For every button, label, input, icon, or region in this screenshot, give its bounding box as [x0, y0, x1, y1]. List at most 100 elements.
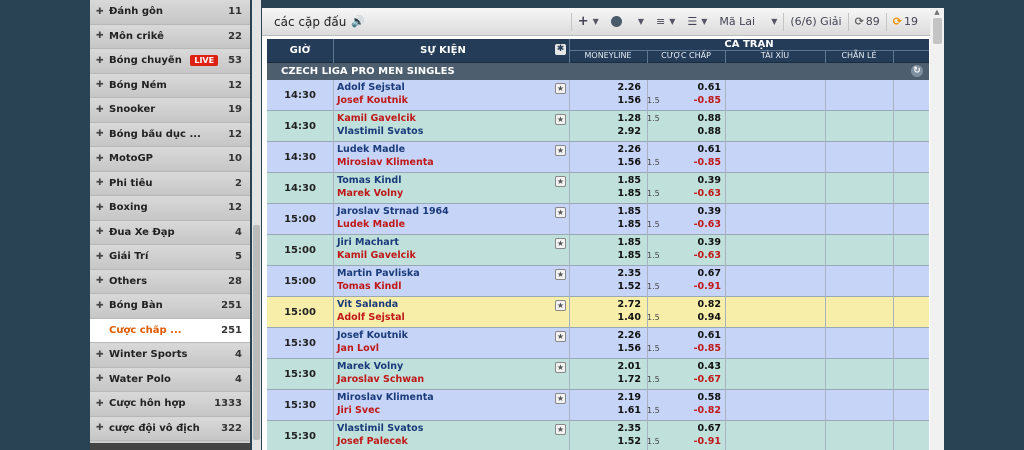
sidebar-sport-item[interactable]: ✚ Others 28: [90, 269, 250, 294]
away-team: Jaroslav Schwan: [337, 374, 425, 385]
star-icon[interactable]: ★: [555, 238, 566, 249]
handicap-home-odds[interactable]: 0.39: [657, 237, 721, 248]
star-icon[interactable]: ✱: [555, 44, 566, 55]
moneyline-home-odds[interactable]: 2.01: [573, 361, 641, 372]
main-scrollbar-track[interactable]: [930, 8, 944, 450]
refresh-icon[interactable]: ↻: [911, 65, 923, 77]
sidebar-sport-item[interactable]: ✚ Water Polo 4: [90, 367, 250, 392]
handicap-away-odds[interactable]: -0.85: [657, 95, 721, 106]
moneyline-away-odds[interactable]: 2.92: [573, 126, 641, 137]
moneyline-away-odds[interactable]: 1.56: [573, 343, 641, 354]
moneyline-home-odds[interactable]: 1.28: [573, 113, 641, 124]
star-icon[interactable]: ★: [555, 83, 566, 94]
handicap-away-odds[interactable]: -0.82: [657, 405, 721, 416]
moneyline-away-odds[interactable]: 1.56: [573, 95, 641, 106]
sidebar-sport-item[interactable]: ✚ Bóng Bàn 251: [90, 294, 250, 319]
handicap-home-odds[interactable]: 0.43: [657, 361, 721, 372]
handicap-home-odds[interactable]: 0.88: [657, 113, 721, 124]
handicap-away-odds[interactable]: -0.67: [657, 374, 721, 385]
moneyline-home-odds[interactable]: 2.35: [573, 423, 641, 434]
handicap-home-odds[interactable]: 0.82: [657, 299, 721, 310]
match-row: 14:30 Tomas Kindl Marek Volny ★ 1.85 1.85 1.5 0…: [267, 173, 929, 204]
scroll-up-icon[interactable]: ▲: [932, 8, 942, 18]
sidebar-sport-item[interactable]: ✚ Phi tiêu 2: [90, 171, 250, 196]
star-icon[interactable]: ★: [555, 362, 566, 373]
main-scrollbar-thumb[interactable]: [933, 18, 942, 44]
star-icon[interactable]: ★: [555, 424, 566, 435]
moneyline-home-odds[interactable]: 1.85: [573, 237, 641, 248]
moneyline-home-odds[interactable]: 2.26: [573, 144, 641, 155]
time-filter-dropdown[interactable]: ▼: [628, 8, 650, 36]
sidebar-sport-item[interactable]: ✚ Cược hỗn hợp 1333: [90, 392, 250, 417]
handicap-home-odds[interactable]: 0.61: [657, 144, 721, 155]
sidebar-scrollbar-thumb[interactable]: [253, 225, 260, 440]
sidebar-sport-item[interactable]: ✚Cược chấp ...251: [90, 318, 250, 343]
handicap-away-odds[interactable]: -0.91: [657, 436, 721, 447]
odds-toolbar: các cặp đấu 🔊 + ▼ ▼ ≡ ▼ ☰ ▼ Mã Lai ▼ (6/6) G…: [262, 8, 930, 36]
sidebar-sport-item[interactable]: ✚ Đánh gôn 11: [90, 0, 250, 25]
moneyline-away-odds[interactable]: 1.52: [573, 281, 641, 292]
sidebar-sport-item[interactable]: ✚ MotoGP 10: [90, 147, 250, 172]
star-icon[interactable]: ★: [555, 114, 566, 125]
handicap-away-odds[interactable]: -0.63: [657, 219, 721, 230]
sidebar-sport-item[interactable]: ✚ Môn crikê 22: [90, 24, 250, 49]
moneyline-away-odds[interactable]: 1.85: [573, 188, 641, 199]
handicap-away-odds[interactable]: 0.94: [657, 312, 721, 323]
handicap-home-odds[interactable]: 0.61: [657, 330, 721, 341]
moneyline-away-odds[interactable]: 1.52: [573, 436, 641, 447]
expand-icon: ✚: [96, 80, 104, 91]
handicap-away-odds[interactable]: 0.88: [657, 126, 721, 137]
sidebar-sport-item[interactable]: ✚ Bóng bầu dục ... 12: [90, 122, 250, 147]
star-icon[interactable]: ★: [555, 269, 566, 280]
handicap-home-odds[interactable]: 0.58: [657, 392, 721, 403]
star-icon[interactable]: ★: [555, 176, 566, 187]
odds-type-dropdown[interactable]: Mã Lai ▼: [713, 8, 783, 36]
handicap-home-odds[interactable]: 0.39: [657, 206, 721, 217]
moneyline-away-odds[interactable]: 1.56: [573, 157, 641, 168]
handicap-home-odds[interactable]: 0.67: [657, 423, 721, 434]
sidebar-sport-item[interactable]: ✚ Đua Xe Đạp 4: [90, 220, 250, 245]
handicap-away-odds[interactable]: -0.63: [657, 250, 721, 261]
star-icon[interactable]: ★: [555, 207, 566, 218]
handicap-home-odds[interactable]: 0.61: [657, 82, 721, 93]
star-icon[interactable]: ★: [555, 145, 566, 156]
sidebar-sport-item[interactable]: ✚ cược đội vô địch 322: [90, 416, 250, 441]
handicap-home-odds[interactable]: 0.39: [657, 175, 721, 186]
sidebar-sport-item[interactable]: ✚ Boxing 12: [90, 196, 250, 221]
cell-divider: [569, 266, 570, 297]
moneyline-home-odds[interactable]: 2.19: [573, 392, 641, 403]
clock-button[interactable]: [605, 8, 628, 36]
star-icon[interactable]: ★: [555, 300, 566, 311]
refresh-live-button[interactable]: ⟳ 19: [887, 8, 924, 36]
add-bet-button[interactable]: + ▼: [572, 8, 605, 36]
moneyline-away-odds[interactable]: 1.85: [573, 219, 641, 230]
star-icon[interactable]: ★: [555, 331, 566, 342]
handicap-away-odds[interactable]: -0.63: [657, 188, 721, 199]
handicap-away-odds[interactable]: -0.85: [657, 157, 721, 168]
moneyline-away-odds[interactable]: 1.40: [573, 312, 641, 323]
refresh-early-button[interactable]: ⟳ 89: [849, 8, 886, 36]
speaker-icon[interactable]: 🔊: [351, 15, 365, 28]
moneyline-home-odds[interactable]: 1.85: [573, 175, 641, 186]
moneyline-home-odds[interactable]: 2.35: [573, 268, 641, 279]
handicap-away-odds[interactable]: -0.91: [657, 281, 721, 292]
league-header[interactable]: CZECH LIGA PRO MEN SINGLES ↻: [267, 63, 929, 80]
league-select-button[interactable]: (6/6) Giải: [784, 8, 847, 36]
moneyline-home-odds[interactable]: 2.72: [573, 299, 641, 310]
moneyline-home-odds[interactable]: 1.85: [573, 206, 641, 217]
sidebar-sport-item[interactable]: ✚ Giải Trí 5: [90, 245, 250, 270]
sidebar-sport-item[interactable]: ✚ Bóng Ném 12: [90, 73, 250, 98]
handicap-home-odds[interactable]: 0.67: [657, 268, 721, 279]
handicap-away-odds[interactable]: -0.85: [657, 343, 721, 354]
moneyline-away-odds[interactable]: 1.85: [573, 250, 641, 261]
star-icon[interactable]: ★: [555, 393, 566, 404]
sidebar-sport-item[interactable]: ✚ Snooker 19: [90, 98, 250, 123]
moneyline-home-odds[interactable]: 2.26: [573, 82, 641, 93]
moneyline-home-odds[interactable]: 2.26: [573, 330, 641, 341]
sidebar-sport-item[interactable]: ✚ Bóng chuyền LIVE 53: [90, 49, 250, 74]
moneyline-away-odds[interactable]: 1.61: [573, 405, 641, 416]
moneyline-away-odds[interactable]: 1.72: [573, 374, 641, 385]
sidebar-sport-item[interactable]: ✚ Winter Sports 4: [90, 343, 250, 368]
sort-button[interactable]: ≡ ▼: [650, 8, 681, 36]
list-view-button[interactable]: ☰ ▼: [681, 8, 713, 36]
